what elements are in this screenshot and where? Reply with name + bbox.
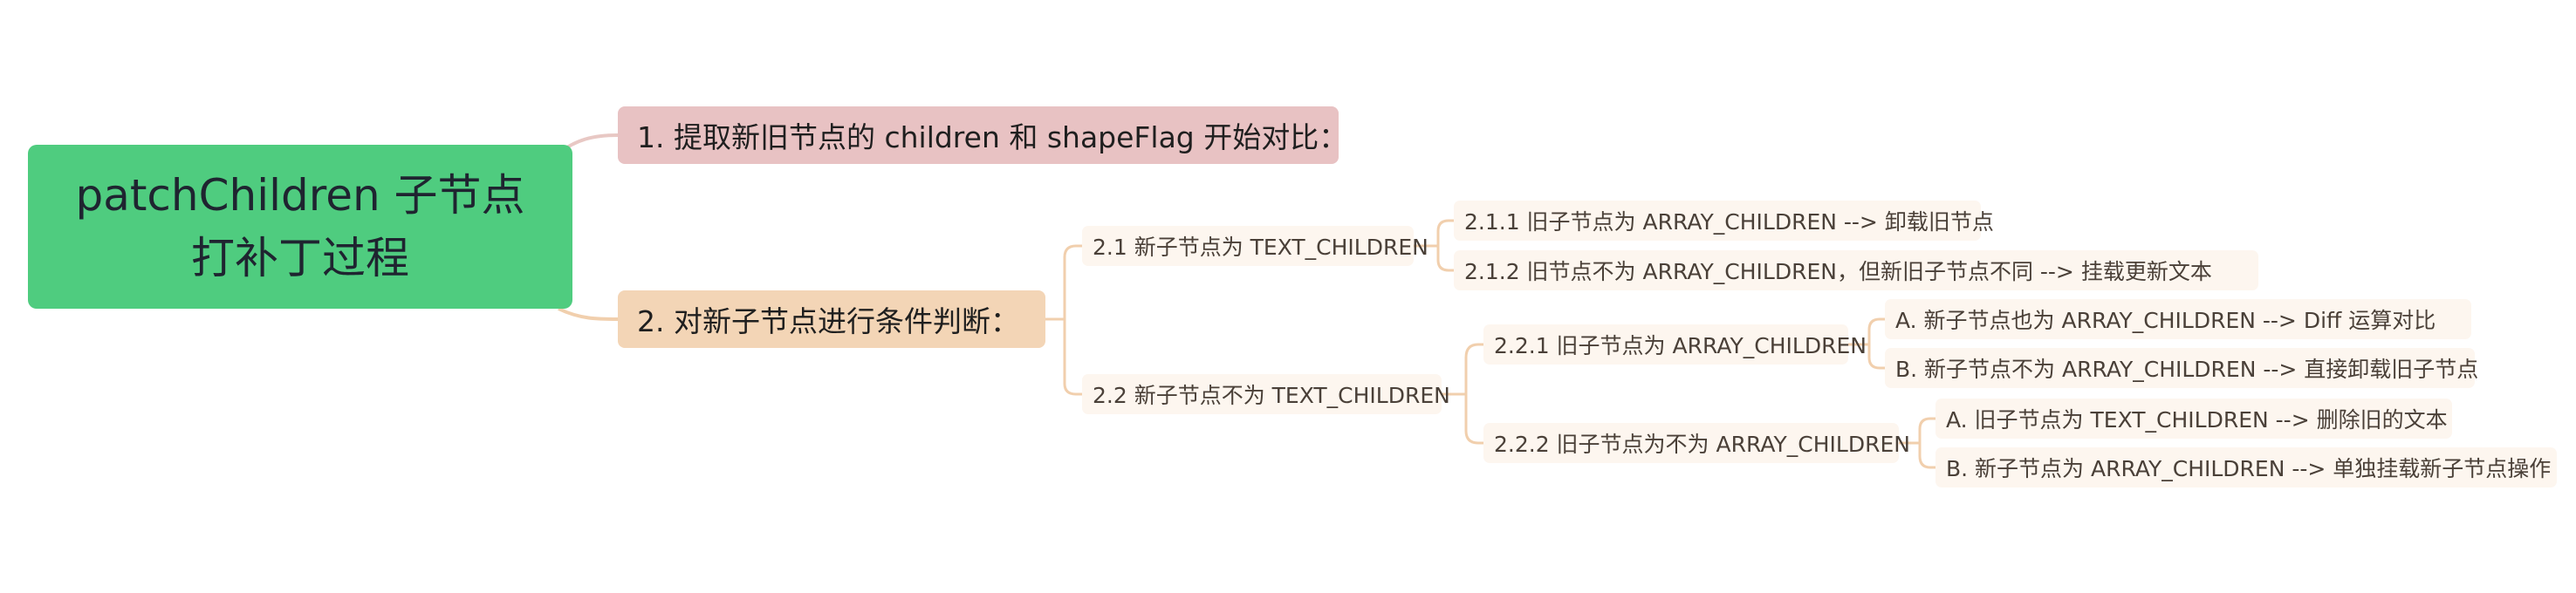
node-2-2-1-A-label: A. 新子节点也为 ARRAY_CHILDREN --> Diff 运算对比	[1895, 308, 2436, 333]
branch-node-condition-label: 2. 对新子节点进行条件判断：	[637, 304, 1019, 338]
root-title-line2: 打补丁过程	[191, 233, 409, 283]
node-2-2-2-B-label: B. 新子节点为 ARRAY_CHILDREN --> 单独挂载新子节点操作	[1946, 456, 2552, 481]
node-2-1-1-label: 2.1.1 旧子节点为 ARRAY_CHILDREN --> 卸载旧节点	[1464, 209, 1994, 235]
node-2-2-1[interactable]: 2.2.1 旧子节点为 ARRAY_CHILDREN	[1483, 324, 1867, 365]
connector-branch2-sub2	[1063, 319, 1082, 396]
connector-sub2-sub2	[1464, 394, 1483, 445]
node-2-2-2-label: 2.2.2 旧子节点为不为 ARRAY_CHILDREN	[1494, 432, 1910, 457]
node-2-2-label: 2.2 新子节点不为 TEXT_CHILDREN	[1093, 383, 1450, 408]
node-2-1-1[interactable]: 2.1.1 旧子节点为 ARRAY_CHILDREN --> 卸载旧节点	[1454, 201, 1994, 241]
node-2-2-2[interactable]: 2.2.2 旧子节点为不为 ARRAY_CHILDREN	[1483, 423, 1910, 463]
node-2-1-2-label: 2.1.2 旧节点不为 ARRAY_CHILDREN，但新旧子节点不同 --> …	[1464, 259, 2212, 284]
connector-root-branch2	[558, 307, 619, 321]
node-2-2-2-B[interactable]: B. 新子节点为 ARRAY_CHILDREN --> 单独挂载新子节点操作	[1935, 447, 2557, 487]
node-2-2-1-label: 2.2.1 旧子节点为 ARRAY_CHILDREN	[1494, 333, 1867, 358]
node-2-2-1-B[interactable]: B. 新子节点不为 ARRAY_CHILDREN --> 直接卸载旧子节点	[1885, 348, 2479, 388]
connector-branch2-sub1	[1045, 244, 1082, 321]
root-title-line1: patchChildren 子节点	[75, 170, 525, 221]
node-2-2-1-B-label: B. 新子节点不为 ARRAY_CHILDREN --> 直接卸载旧子节点	[1895, 357, 2479, 382]
node-2-2-2-A-label: A. 旧子节点为 TEXT_CHILDREN --> 删除旧的文本	[1946, 407, 2448, 433]
branch-node-extract-label: 1. 提取新旧节点的 children 和 shapeFlag 开始对比：	[637, 120, 1348, 154]
node-2-1-2[interactable]: 2.1.2 旧节点不为 ARRAY_CHILDREN，但新旧子节点不同 --> …	[1454, 250, 2258, 290]
connector-222-B	[1918, 443, 1935, 469]
branch-node-extract[interactable]: 1. 提取新旧节点的 children 和 shapeFlag 开始对比：	[618, 106, 1347, 164]
branch-node-condition[interactable]: 2. 对新子节点进行条件判断：	[618, 290, 1045, 348]
root-node[interactable]: patchChildren 子节点 打补丁过程	[28, 145, 572, 309]
node-2-2[interactable]: 2.2 新子节点不为 TEXT_CHILDREN	[1082, 374, 1450, 414]
node-2-2-1-A[interactable]: A. 新子节点也为 ARRAY_CHILDREN --> Diff 运算对比	[1885, 299, 2471, 339]
node-2-1-label: 2.1 新子节点为 TEXT_CHILDREN	[1093, 235, 1428, 260]
connector-221-B	[1867, 344, 1885, 370]
mindmap-canvas: patchChildren 子节点 打补丁过程 1. 提取新旧节点的 child…	[0, 0, 2576, 593]
connector-sub1-child2	[1436, 246, 1454, 272]
node-2-2-2-A[interactable]: A. 旧子节点为 TEXT_CHILDREN --> 删除旧的文本	[1935, 399, 2452, 439]
node-2-1[interactable]: 2.1 新子节点为 TEXT_CHILDREN	[1082, 226, 1428, 266]
